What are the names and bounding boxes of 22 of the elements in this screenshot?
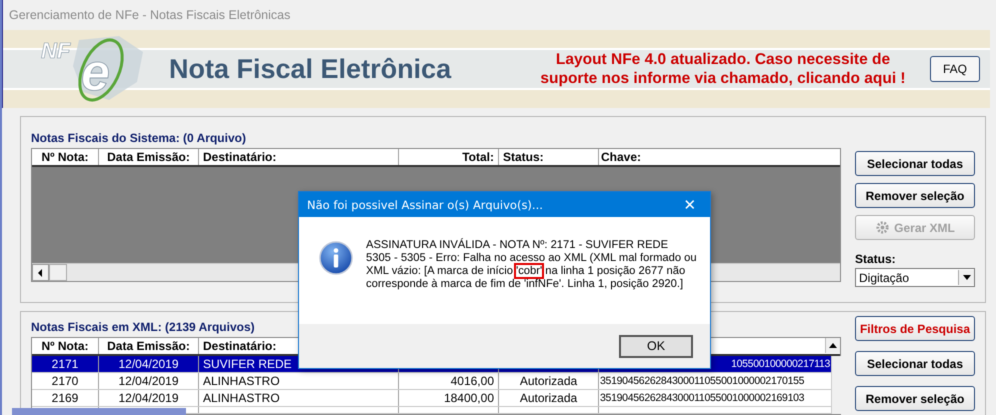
table-cell: 2171: [32, 356, 99, 372]
table-cell: 4016,00: [450, 374, 494, 388]
table-cell: 2170: [32, 373, 99, 389]
table-cell: Autorizada: [520, 391, 578, 405]
table-cell: Autorizada: [520, 374, 578, 388]
table-cell: 105500100000217113: [731, 358, 830, 370]
table-cell: 3519045626284300011055001000002170155: [600, 375, 804, 387]
panel-title: Notas Fiscais em XML: (2139 Arquivos): [31, 320, 256, 334]
error-message: ASSINATURA INVÁLIDA - NOTA Nº: 2171 - SUVIFER REDE 5305 - 5305 - Erro: Falha no acesso ao XML (XML mal formado ou XML vázio: [A marca de início 'cobr' na linha 1 posição 2677 não corresponde à marca de fim de 'infNFe'. Linha 1, posição 2920.]: [366, 239, 698, 291]
table-cell: 18400,00: [444, 391, 494, 405]
table-cell: ALINHASTRO: [199, 373, 399, 389]
panel-title: Notas Fiscais do Sistema: (0 Arquivo): [31, 131, 247, 145]
status-label: Status:: [855, 252, 897, 266]
window-title: Gerenciamento de NFe - Notas Fiscais Eletrônicas: [9, 8, 290, 22]
table-cell: 12/04/2019: [99, 390, 199, 406]
table-cell: 3519045626284300011055001000002169103: [600, 392, 804, 404]
table-cell: ALINHASTRO: [199, 390, 399, 406]
banner-title: Nota Fiscal Eletrônica: [169, 54, 452, 84]
table-cell: 12/04/2019: [99, 373, 199, 389]
table-cell: 12/04/2019: [99, 356, 199, 372]
dialog-title: Não foi possivel Assinar o(s) Arquivo(s)...: [307, 198, 543, 212]
table-cell: 2169: [32, 390, 99, 406]
